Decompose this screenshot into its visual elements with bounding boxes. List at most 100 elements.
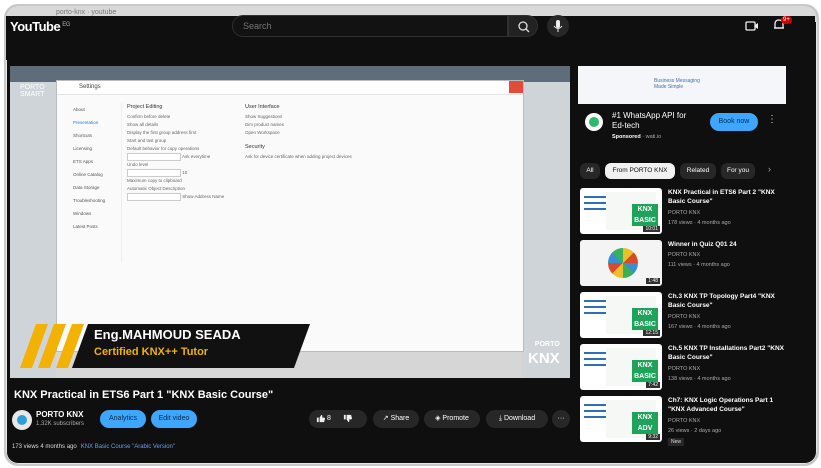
share-label: Share <box>390 415 410 422</box>
settings-nav-item: ETS Apps <box>73 159 94 164</box>
ets-settings-dialog: Settings About Presentation Shortcuts Li… <box>56 80 524 352</box>
ad-advertiser-icon <box>585 113 603 131</box>
recommendation-channel: PORTO KNX <box>668 210 701 216</box>
ad-title[interactable]: #1 WhatsApp API for Ed-tech <box>612 111 700 131</box>
settings-line: Undo level <box>127 162 149 168</box>
settings-col-heading: Project Editing <box>127 104 163 110</box>
create-video-icon[interactable] <box>745 20 759 32</box>
duration-badge: 10:01 <box>643 226 660 232</box>
analytics-button[interactable]: Analytics <box>100 410 146 428</box>
settings-nav-item: Data Storage <box>73 185 100 190</box>
watermark-line2: SMART <box>20 91 45 98</box>
settings-line: Start and last group <box>127 138 167 143</box>
logo-country: EG <box>62 21 70 28</box>
video-hashtags[interactable]: KNX Basic Course "Arabic Version" <box>81 444 175 450</box>
duration-badge: 1:48 <box>646 278 660 284</box>
settings-select-value: Show Address Name <box>182 194 225 200</box>
settings-nav-item: Troubleshooting <box>73 198 106 203</box>
video-thumbnail: KNX ADV 9:32 <box>580 396 662 442</box>
search-button[interactable] <box>508 15 538 37</box>
settings-nav-item: Latest Posts <box>73 224 98 229</box>
ad-banner-text: Business Messaging Made Simple <box>654 78 700 90</box>
settings-line: Dim product names <box>245 122 285 127</box>
settings-line: Show Suggestions <box>245 114 283 119</box>
thumbs-down-icon[interactable] <box>343 414 352 423</box>
chevron-right-icon[interactable]: › <box>768 164 771 174</box>
recommendation-item[interactable]: KNX BASIC 12:15 Ch.3 KNX TP Topology Part4… <box>580 292 790 342</box>
search-icon <box>518 21 530 33</box>
settings-title: Settings <box>57 81 523 95</box>
more-actions-button[interactable]: ··· <box>552 410 570 428</box>
recommendation-item[interactable]: KNX ADV 9:32 Ch7: KNX Logic Operations Par… <box>580 396 790 446</box>
recommendation-item[interactable]: KNX BASIC 7:42 Ch.5 KNX TP Installations P… <box>580 344 790 394</box>
microphone-icon <box>553 20 563 32</box>
video-player[interactable]: Settings About Presentation Shortcuts Li… <box>10 66 570 378</box>
promote-label: Promote <box>442 415 469 422</box>
voice-search-button[interactable] <box>547 15 569 37</box>
download-button[interactable]: ⤓ Download <box>486 410 548 428</box>
settings-col-editing: Project Editing Confirm before delete Sh… <box>127 103 224 202</box>
settings-nav-item: About <box>73 107 85 112</box>
settings-line: Show all details <box>127 122 159 127</box>
chip-related[interactable]: Related <box>680 163 716 179</box>
recommendation-item[interactable]: KNX BASIC 10:01 KNX Practical in ETS6 Part… <box>580 188 790 238</box>
chip-from-channel[interactable]: From PORTO KNX <box>605 163 675 179</box>
chip-for-you[interactable]: For you <box>721 163 755 179</box>
thumbs-up-icon <box>316 414 325 422</box>
settings-sidebar: About Presentation Shortcuts Licensing E… <box>69 103 122 263</box>
subscriber-count: 1.32K subscribers <box>36 421 85 427</box>
views-and-date: 173 views 4 months ago <box>12 444 77 450</box>
settings-col-heading: User Interface <box>245 104 280 110</box>
ad-sponsored: Sponsored · wati.io <box>612 134 662 140</box>
video-thumbnail: 1:48 <box>580 240 662 286</box>
ad-menu-icon[interactable]: ⋮ <box>767 114 777 125</box>
presenter-title: Certified KNX++ Tutor <box>94 346 209 358</box>
recommendation-title: KNX Practical in ETS6 Part 2 "KNX Basic … <box>668 189 775 205</box>
ad-banner[interactable]: Business Messaging Made Simple <box>578 66 786 104</box>
youtube-logo-text: YouTube <box>10 19 61 34</box>
porto-knx-logo: PORTO KNX <box>528 338 560 366</box>
settings-nav-item: Presentation <box>73 120 99 125</box>
settings-line: Ask for device certificate when adding p… <box>245 154 352 159</box>
promote-button[interactable]: ◈ Promote <box>424 410 480 428</box>
youtube-logo[interactable]: YouTube EG <box>10 19 70 34</box>
settings-line: Open Workspace <box>245 130 280 135</box>
like-button[interactable]: 8 <box>309 410 367 428</box>
settings-line: Maximum copy to clipboard <box>127 178 182 184</box>
share-icon: ↗ <box>382 415 391 422</box>
recommendation-item[interactable]: 1:48 Winner in Quiz Q01 24 PORTO KNX 111… <box>580 240 790 290</box>
lower-third-banner: Eng.MAHMOUD SEADA Certified KNX++ Tutor <box>19 324 311 368</box>
video-title: KNX Practical in ETS6 Part 1 "KNX Basic … <box>14 389 274 401</box>
book-now-button[interactable]: Book now <box>710 113 758 131</box>
duration-badge: 12:15 <box>643 330 660 336</box>
channel-avatar[interactable] <box>12 410 32 430</box>
notification-count-badge: 9+ <box>781 16 792 24</box>
recommendation-stats: 111 views · 4 months ago <box>668 262 730 268</box>
browser-tab-title[interactable]: porto-knx · youtube <box>56 9 116 16</box>
share-button[interactable]: ↗ Share <box>373 410 419 428</box>
settings-select: 10 <box>127 169 224 178</box>
sponsored-label: Sponsored <box>612 134 641 140</box>
edit-video-button[interactable]: Edit video <box>151 410 197 428</box>
video-thumbnail: KNX BASIC 12:15 <box>580 292 662 338</box>
recommendation-title: Winner in Quiz Q01 24 <box>668 241 737 248</box>
logo-bottom: KNX <box>528 350 560 367</box>
recommendation-stats: 26 views · 2 days ago <box>668 428 722 434</box>
settings-select: Ask everytime <box>127 153 224 161</box>
channel-name[interactable]: PORTO KNX <box>36 410 83 419</box>
search-input[interactable] <box>233 16 507 36</box>
new-badge: New <box>668 438 685 446</box>
chip-all[interactable]: All <box>580 163 600 179</box>
recommendation-channel: PORTO KNX <box>668 314 701 320</box>
duration-badge: 7:42 <box>646 382 660 388</box>
settings-col-heading: Security <box>245 144 265 150</box>
recommendation-channel: PORTO KNX <box>668 252 701 258</box>
settings-select: Show Address Name <box>127 193 225 202</box>
search-box[interactable] <box>232 15 508 37</box>
settings-select-value: 10 <box>182 170 188 176</box>
settings-select-value: Ask everytime <box>182 154 211 160</box>
recommendation-title: Ch7: KNX Logic Operations Part 1 "KNX Ad… <box>668 397 774 413</box>
watermark-line1: PORTO <box>20 84 45 91</box>
ad-banner-line2: Made Simple <box>654 84 684 90</box>
recommendation-stats: 178 views · 4 months ago <box>668 220 731 226</box>
